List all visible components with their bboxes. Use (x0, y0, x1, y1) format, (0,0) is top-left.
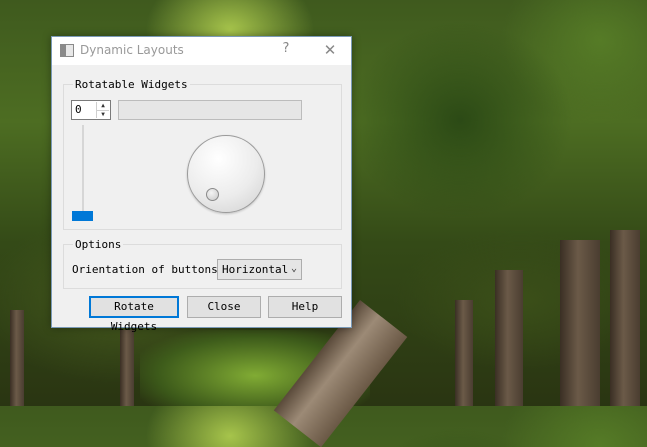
group-title: Rotatable Widgets (73, 78, 190, 91)
dialog-window: Dynamic Layouts ? ✕ Rotatable Widgets 0 … (51, 36, 352, 333)
window-title: Dynamic Layouts (80, 43, 184, 57)
orientation-label: Orientation of buttons: (72, 263, 225, 276)
progress-bar (118, 100, 302, 120)
spin-down-arrow-icon[interactable]: ▼ (97, 110, 109, 119)
group-title: Options (73, 238, 124, 251)
tree-trunk (495, 270, 523, 406)
tree-trunk (120, 330, 134, 406)
spin-up-arrow-icon[interactable]: ▲ (97, 102, 109, 110)
close-button[interactable]: Close (187, 296, 261, 318)
value-spinbox[interactable]: 0 ▲ ▼ (71, 100, 111, 120)
spinbox-buttons: ▲ ▼ (96, 102, 109, 118)
title-bar[interactable]: Dynamic Layouts ? ✕ (52, 37, 351, 65)
combobox-value: Horizontal (222, 263, 289, 276)
slider-handle[interactable] (72, 211, 93, 221)
tree-trunk (455, 300, 473, 406)
orientation-combobox[interactable]: Horizontal ⌄ (217, 259, 302, 280)
chevron-down-icon: ⌄ (290, 263, 297, 274)
tree-trunk (560, 240, 600, 406)
dial-notch (206, 188, 219, 201)
tree-trunk (610, 230, 640, 406)
tree-trunk (10, 310, 24, 406)
rotate-widgets-button[interactable]: Rotate Widgets (89, 296, 179, 333)
rotary-dial[interactable] (187, 135, 265, 213)
spinbox-value: 0 (75, 103, 82, 116)
app-window-icon (60, 44, 74, 57)
close-title-button[interactable]: ✕ (320, 41, 340, 59)
vertical-slider[interactable] (72, 125, 94, 221)
slider-groove (82, 125, 84, 215)
help-button[interactable]: Help (268, 296, 342, 318)
help-title-button[interactable]: ? (277, 41, 295, 59)
